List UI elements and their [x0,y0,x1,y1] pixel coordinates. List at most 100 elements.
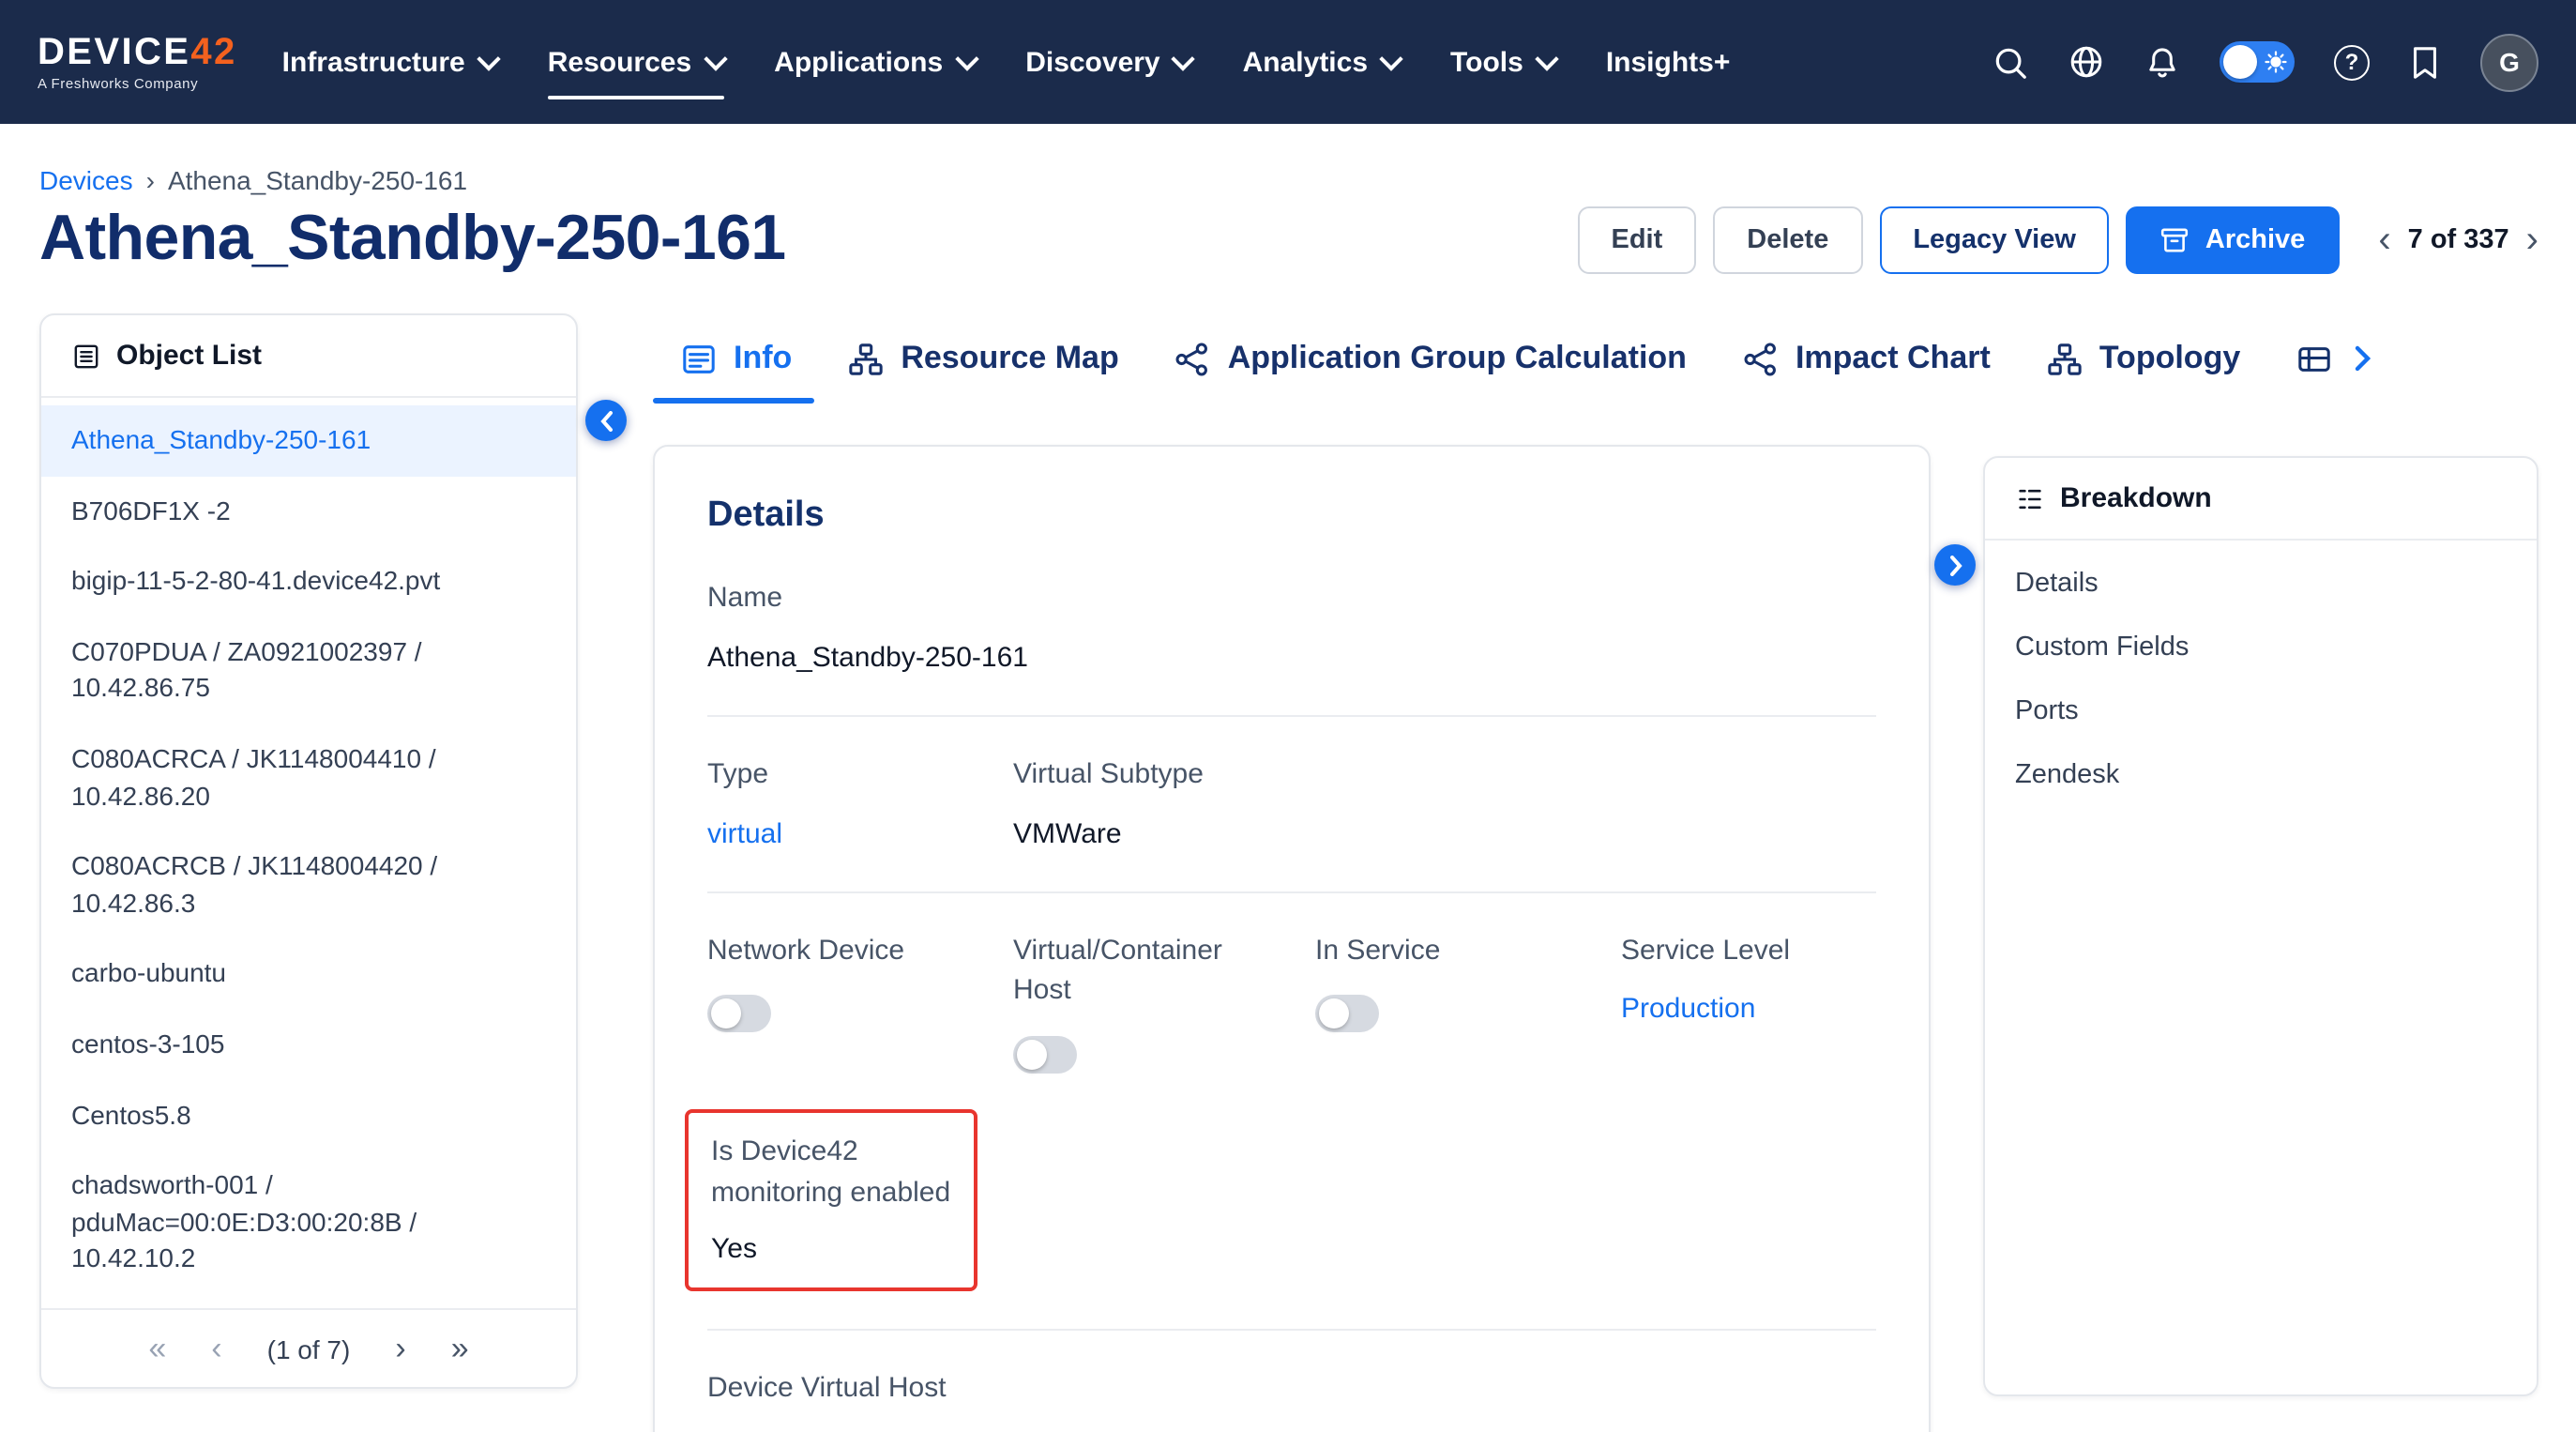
breakdown-item-details[interactable]: Details [1985,552,2537,616]
device-virtual-host-field: Device Virtual Host esxiup02wh4269.d [707,1367,1876,1432]
toggle-knob-icon [1017,1040,1047,1070]
prev-page-icon[interactable]: ‹ [211,1333,221,1364]
object-list-header: Object List [41,315,576,398]
in-service-toggle[interactable] [1315,996,1379,1033]
breadcrumb-devices-link[interactable]: Devices [39,165,133,195]
chevron-down-icon [1172,46,1195,69]
object-list-item[interactable]: bigip-11-5-2-80-41.device42.pvt [41,546,576,617]
legacy-view-button[interactable]: Legacy View [1879,206,2110,273]
nav-analytics[interactable]: Analytics [1243,0,1400,124]
bell-icon[interactable] [2144,44,2180,80]
nav-tools[interactable]: Tools [1450,0,1555,124]
virtual-container-host-toggle[interactable] [1013,1036,1077,1074]
search-icon[interactable] [1993,44,2028,80]
object-list-item[interactable]: centos-3-105 [41,1010,576,1080]
help-icon[interactable]: ? [2334,44,2370,80]
page-title: Athena_Standby-250-161 [39,203,786,276]
breakdown-header: Breakdown [1985,458,2537,541]
breakdown-item-zendesk[interactable]: Zendesk [1985,743,2537,807]
sun-icon [2263,49,2289,75]
logo-text: DEVICE42 [38,34,237,71]
nav-label: Infrastructure [282,46,465,78]
object-list: Athena_Standby-250-161 B706DF1X -2 bigip… [41,398,576,1308]
detail-tabs: Info Resource Map Application Group Calc… [653,313,1931,404]
tab-application-group-calculation[interactable]: Application Group Calculation [1175,313,1687,404]
layout-tab-icon[interactable] [2296,341,2332,376]
tabs-scroll-right-icon[interactable] [2355,345,2371,372]
sitemap-icon [2047,341,2083,376]
next-page-icon[interactable]: › [395,1333,405,1364]
breadcrumb-current: Athena_Standby-250-161 [168,165,467,195]
nav-resources[interactable]: Resources [548,0,723,124]
device42-logo[interactable]: DEVICE42 A Freshworks Company [38,34,237,91]
network-device-field: Network Device [707,930,1013,1083]
type-value-link[interactable]: virtual [707,814,782,853]
object-list-item[interactable]: B706DF1X -2 [41,476,576,546]
object-list-item[interactable]: Athena_Standby-250-161 [41,405,576,476]
breadcrumb-separator: › [146,165,155,195]
user-avatar[interactable]: G [2480,33,2538,91]
device-virtual-host-link[interactable]: esxiup02wh4269.d [707,1427,942,1432]
sitemap-icon [848,341,884,376]
in-service-label: In Service [1315,930,1621,971]
object-list-pagination: « ‹ (1 of 7) › » [41,1308,576,1387]
archive-label: Archive [2205,224,2305,254]
main-menu: Infrastructure Resources Applications Di… [282,0,1731,124]
archive-icon [2160,224,2190,254]
nav-infrastructure[interactable]: Infrastructure [282,0,497,124]
globe-icon[interactable] [2068,43,2105,81]
content-area: Object List Athena_Standby-250-161 B706D… [0,313,2576,1432]
edit-button[interactable]: Edit [1578,206,1697,273]
toggle-knob-icon [2223,45,2257,79]
nav-label: Discovery [1025,46,1159,78]
prev-record-icon[interactable]: ‹ [2378,221,2390,258]
top-navigation: DEVICE42 A Freshworks Company Infrastruc… [0,0,2576,124]
nav-insights[interactable]: Insights+ [1606,0,1731,124]
page-header: Devices › Athena_Standby-250-161 Athena_… [0,165,2576,276]
breakdown-item-ports[interactable]: Ports [1985,679,2537,743]
last-page-icon[interactable]: » [451,1333,469,1364]
object-list-item[interactable]: chdvhvac207-2@priv.dvtrading.co / 2843 [41,1295,576,1308]
record-pager: ‹ 7 of 337 › [2378,221,2538,258]
object-list-item[interactable]: Centos5.8 [41,1080,576,1150]
bookmark-icon[interactable] [2409,44,2441,80]
breakdown-item-custom-fields[interactable]: Custom Fields [1985,616,2537,679]
breakdown-title: Breakdown [2060,482,2212,514]
monitoring-value: Yes [711,1228,951,1268]
object-list-item[interactable]: C080ACRCA / JK1148004410 / 10.42.86.20 [41,724,576,831]
nav-applications[interactable]: Applications [774,0,975,124]
network-device-label: Network Device [707,930,1013,971]
tab-topology[interactable]: Topology [2047,313,2240,404]
service-level-value-link[interactable]: Production [1621,990,1755,1029]
action-bar: Edit Delete Legacy View Archive ‹ 7 of 3… [1578,206,2539,273]
network-device-toggle[interactable] [707,996,771,1033]
nav-label: Insights+ [1606,46,1731,78]
object-list-item[interactable]: C080ACRCB / JK1148004420 / 10.42.86.3 [41,831,576,938]
virtual-subtype-field: Virtual Subtype VMWare [1013,754,1876,854]
breadcrumb: Devices › Athena_Standby-250-161 [39,165,2538,195]
chevron-down-icon [1535,46,1558,69]
expand-breakdown-button[interactable] [1934,544,1976,586]
first-page-icon[interactable]: « [148,1333,166,1364]
monitoring-label: Is Device42 monitoring enabled [711,1132,951,1213]
object-list-item[interactable]: carbo-ubuntu [41,939,576,1010]
delete-button[interactable]: Delete [1713,206,1862,273]
object-list-item[interactable]: chadsworth-001 / pduMac=00:0E:D3:00:20:8… [41,1150,576,1295]
archive-button[interactable]: Archive [2127,206,2339,273]
device-virtual-host-label: Device Virtual Host [707,1367,1876,1409]
nav-discovery[interactable]: Discovery [1025,0,1191,124]
name-label: Name [707,578,1876,619]
collapse-sidebar-button[interactable] [585,400,627,441]
name-field: Name Athena_Standby-250-161 [707,578,1876,678]
monitoring-enabled-highlight: Is Device42 monitoring enabled Yes [685,1109,977,1290]
type-label: Type [707,754,1013,796]
theme-toggle[interactable] [2220,41,2295,83]
object-list-item[interactable]: C070PDUA / ZA0921002397 / 10.42.86.75 [41,617,576,724]
tab-info[interactable]: Info [681,313,792,404]
breakdown-panel: Breakdown Details Custom Fields Ports Ze… [1983,456,2538,1396]
tab-resource-map[interactable]: Resource Map [848,313,1118,404]
next-record-icon[interactable]: › [2526,221,2538,258]
virtual-container-host-field: Virtual/Container Host [1013,930,1315,1083]
tab-impact-chart[interactable]: Impact Chart [1743,313,1991,404]
record-count: 7 of 337 [2408,224,2509,254]
